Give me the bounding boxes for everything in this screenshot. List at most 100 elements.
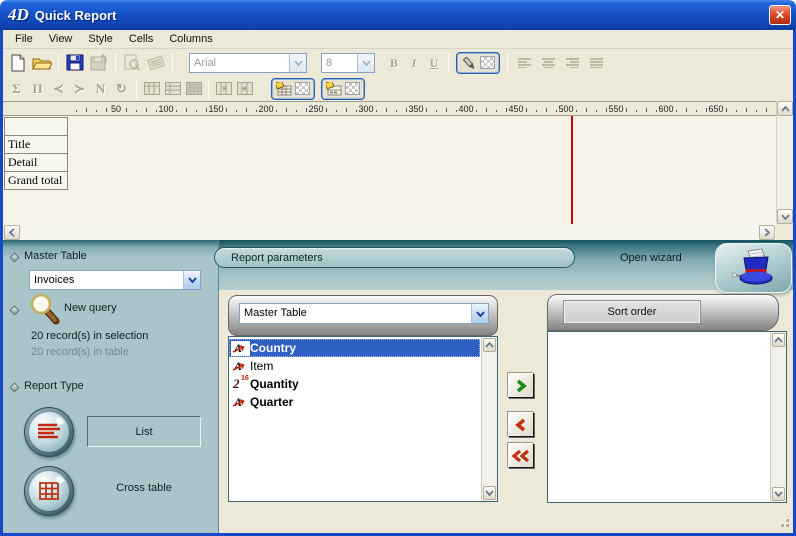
ruler-tick — [576, 110, 577, 112]
field-row-item[interactable]: A Item — [229, 357, 480, 375]
column-layout-button-3[interactable] — [183, 78, 204, 99]
field-name: Quarter — [250, 395, 293, 409]
grid-row-title[interactable]: Title — [4, 135, 68, 154]
print-preview-button[interactable] — [120, 51, 144, 75]
column-marker-line[interactable] — [571, 116, 573, 224]
remove-field-button[interactable] — [508, 412, 534, 437]
horizontal-scrollbar[interactable] — [3, 224, 776, 240]
column-layout-button-2[interactable] — [162, 78, 183, 99]
chevron-down-icon[interactable] — [289, 54, 306, 72]
ruler-tick — [436, 110, 437, 112]
close-button[interactable]: ✕ — [769, 5, 791, 25]
scroll-down-button[interactable] — [772, 487, 785, 501]
add-field-button[interactable] — [508, 373, 534, 398]
scroll-up-button[interactable] — [483, 338, 496, 352]
align-center-icon — [542, 58, 555, 68]
row-fill-toggle[interactable] — [321, 78, 365, 100]
report-canvas[interactable]: TitleDetailGrand total — [3, 116, 776, 224]
align-justify-button[interactable] — [584, 51, 608, 75]
magnifier-icon[interactable] — [29, 292, 60, 325]
grid-header-cell[interactable] — [4, 117, 68, 136]
cross-table-label[interactable]: Cross table — [87, 482, 201, 494]
scroll-left-button[interactable] — [4, 225, 20, 240]
italic-button[interactable]: I — [404, 53, 424, 73]
cell-fill-toggle[interactable] — [271, 78, 315, 100]
underline-button[interactable]: U — [424, 53, 444, 73]
ruler-tick — [526, 108, 527, 112]
vertical-scrollbar[interactable] — [776, 101, 793, 224]
new-query-label[interactable]: New query — [64, 302, 117, 314]
field-row-quarter[interactable]: A Quarter — [229, 393, 480, 411]
grid-row-detail[interactable]: Detail — [4, 153, 68, 172]
4d-logo-icon: 4D — [8, 5, 29, 25]
ruler-number: 650 — [708, 104, 723, 114]
save-button[interactable] — [63, 51, 87, 75]
title-bar[interactable]: 4D Quick Report ✕ — [0, 0, 796, 30]
master-table-select[interactable]: Invoices — [29, 270, 201, 290]
menu-item-view[interactable]: View — [41, 31, 81, 47]
menu-item-file[interactable]: File — [7, 31, 41, 47]
transparent-swatch-icon — [345, 82, 360, 95]
new-document-button[interactable] — [6, 51, 30, 75]
list-type-frame[interactable]: List — [87, 416, 201, 447]
chevron-down-icon[interactable] — [183, 271, 200, 289]
scroll-right-button[interactable] — [759, 225, 775, 240]
fields-list-scrollbar[interactable] — [481, 337, 497, 501]
ruler-tick — [546, 108, 547, 112]
ruler-tick — [506, 108, 507, 112]
chevron-down-icon[interactable] — [357, 54, 374, 72]
scroll-up-button[interactable] — [777, 101, 793, 116]
bold-button[interactable]: B — [384, 53, 404, 73]
cross-table-report-button[interactable] — [24, 466, 74, 516]
insert-column-left-button[interactable] — [213, 78, 234, 99]
ruler-tick — [596, 110, 597, 112]
ruler-number: 300 — [358, 104, 373, 114]
field-row-country[interactable]: A Country — [229, 339, 480, 357]
open-wizard-button[interactable] — [715, 243, 792, 293]
column-layout-button-1[interactable] — [141, 78, 162, 99]
open-button[interactable] — [30, 51, 54, 75]
align-right-button[interactable] — [560, 51, 584, 75]
print-button[interactable] — [144, 51, 168, 75]
field-row-quantity[interactable]: 216Quantity — [229, 375, 480, 393]
insert-column-right-button[interactable] — [234, 78, 255, 99]
ruler-tick — [236, 110, 237, 112]
fields-list[interactable]: A Country A Item 216Quantity A Quarter — [228, 336, 498, 502]
separator — [208, 79, 209, 99]
chevron-down-icon[interactable] — [471, 304, 488, 323]
toolbar-cells: ΣΠ≺≻N↻ — [3, 76, 793, 101]
ruler-tick — [396, 110, 397, 112]
scroll-up-button[interactable] — [772, 333, 785, 347]
grid-row-grand-total[interactable]: Grand total — [4, 171, 68, 190]
ruler-tick — [136, 110, 137, 112]
ruler-tick — [176, 110, 177, 112]
font-size-combo[interactable]: 8 — [321, 53, 375, 73]
separator — [448, 53, 449, 73]
font-family-combo[interactable]: Arial — [189, 53, 307, 73]
menu-item-columns[interactable]: Columns — [161, 31, 220, 47]
n-button[interactable]: N — [90, 78, 111, 99]
pi-button[interactable]: Π — [27, 78, 48, 99]
ruler-tick — [146, 108, 147, 112]
sort-list-scrollbar[interactable] — [770, 332, 786, 502]
repeat-button[interactable]: ↻ — [111, 78, 132, 99]
align-center-button[interactable] — [536, 51, 560, 75]
menu-item-style[interactable]: Style — [80, 31, 120, 47]
align-left-button[interactable] — [512, 51, 536, 75]
sort-asc-button[interactable]: ≺ — [48, 78, 69, 99]
save-as-button[interactable] — [87, 51, 111, 75]
sort-order-list[interactable] — [547, 331, 787, 503]
resize-grip[interactable] — [775, 513, 789, 527]
menu-item-cells[interactable]: Cells — [121, 31, 161, 47]
sort-desc-button[interactable]: ≻ — [69, 78, 90, 99]
ruler-number: 200 — [258, 104, 273, 114]
list-report-button[interactable] — [24, 407, 74, 457]
scroll-down-button[interactable] — [777, 209, 793, 224]
remove-all-fields-button[interactable] — [508, 443, 534, 468]
sum-button[interactable]: Σ — [6, 78, 27, 99]
fields-table-select[interactable]: Master Table — [239, 303, 489, 324]
ruler-number: 100 — [158, 104, 173, 114]
scroll-down-button[interactable] — [483, 486, 496, 500]
ruler-tick — [76, 110, 77, 112]
cell-color-toggle[interactable] — [456, 52, 500, 74]
